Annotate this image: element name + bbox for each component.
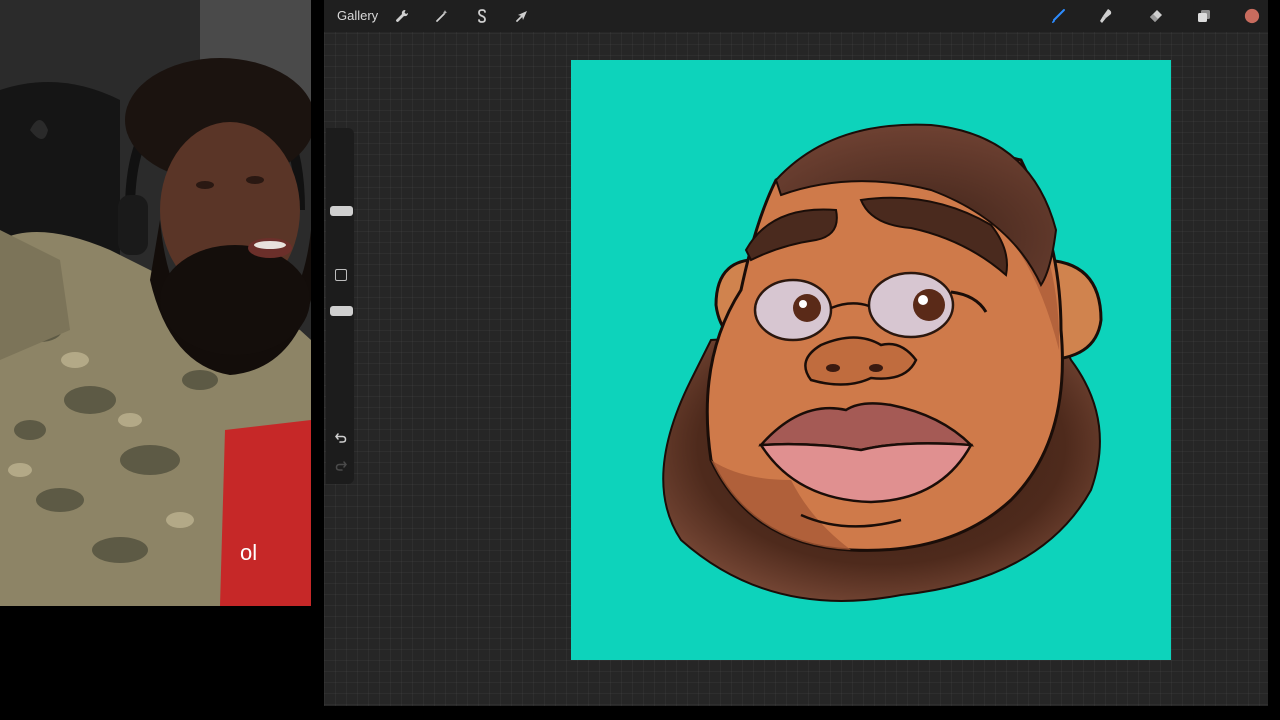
transform-button[interactable]: [512, 6, 532, 26]
letterbox-bottom: [324, 706, 1280, 720]
undo-icon[interactable]: [334, 430, 348, 444]
gallery-button[interactable]: Gallery: [337, 8, 378, 23]
brush-button[interactable]: [1048, 6, 1068, 26]
brush-icon: [1052, 9, 1065, 23]
letterbox-bottom-left: [0, 606, 324, 720]
color-button[interactable]: [1242, 6, 1262, 26]
drawing-canvas[interactable]: [571, 60, 1171, 660]
magic-wand-icon: [436, 10, 448, 22]
opacity-slider-handle[interactable]: [330, 306, 353, 316]
shirt-text: ol: [240, 540, 257, 565]
brush-size-slider-handle[interactable]: [330, 206, 353, 216]
selection-button[interactable]: [472, 6, 492, 26]
eraser-button[interactable]: [1146, 6, 1166, 26]
layers-button[interactable]: [1194, 6, 1214, 26]
layers-icon: [1198, 10, 1210, 22]
arrow-cursor-icon: [516, 11, 527, 22]
smudge-button[interactable]: [1096, 6, 1116, 26]
top-toolbar: Gallery: [324, 0, 1268, 32]
letterbox-right: [1268, 0, 1280, 720]
actions-button[interactable]: [392, 6, 412, 26]
eraser-icon: [1150, 10, 1162, 22]
modify-button[interactable]: [335, 269, 347, 281]
wrench-icon: [396, 9, 409, 22]
smudge-icon: [1100, 9, 1112, 23]
webcam-person-image: ol: [0, 0, 311, 606]
brush-sidebar: [326, 128, 354, 484]
color-swatch-icon: [1244, 8, 1260, 24]
adjustments-button[interactable]: [432, 6, 452, 26]
procreate-app: Gallery: [324, 0, 1268, 706]
redo-icon[interactable]: [334, 458, 348, 472]
caricature-artwork: [571, 60, 1171, 660]
webcam-feed: ol: [0, 0, 311, 606]
selection-s-icon: [478, 9, 486, 23]
